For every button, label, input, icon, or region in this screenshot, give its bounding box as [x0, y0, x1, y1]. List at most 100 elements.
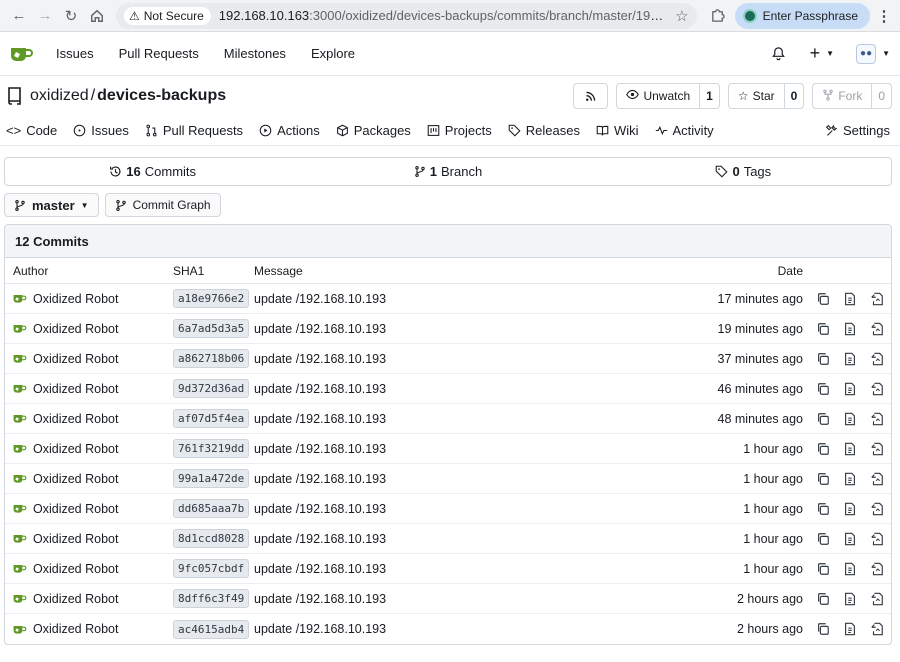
commit-sha-link[interactable]: 6a7ad5d3a5: [173, 319, 250, 338]
copy-sha-icon[interactable]: [816, 562, 830, 576]
commit-sha-link[interactable]: a18e9766e2: [173, 289, 250, 308]
view-file-icon[interactable]: [843, 322, 857, 336]
commit-author[interactable]: Oxidized Robot: [5, 472, 173, 486]
tags-summary-link[interactable]: 0 Tags: [596, 164, 891, 179]
commit-message-link[interactable]: update /192.168.10.193: [254, 292, 683, 306]
view-file-icon[interactable]: [843, 382, 857, 396]
tab-issues[interactable]: Issues: [73, 123, 129, 138]
commit-sha-link[interactable]: 9fc057cbdf: [173, 559, 250, 578]
tab-pull-requests[interactable]: Pull Requests: [145, 123, 243, 138]
view-file-icon[interactable]: [843, 502, 857, 516]
tab-activity[interactable]: Activity: [655, 123, 714, 138]
copy-sha-icon[interactable]: [816, 502, 830, 516]
reload-icon[interactable]: ↻: [58, 3, 84, 29]
commit-author[interactable]: Oxidized Robot: [5, 532, 173, 546]
commit-message-link[interactable]: update /192.168.10.193: [254, 322, 683, 336]
repo-name-link[interactable]: devices-backups: [97, 87, 226, 104]
browser-menu-icon[interactable]: ⋮: [874, 7, 894, 25]
commit-message-link[interactable]: update /192.168.10.193: [254, 502, 683, 516]
copy-sha-icon[interactable]: [816, 532, 830, 546]
browse-history-icon[interactable]: [870, 292, 884, 306]
rss-button[interactable]: [573, 83, 609, 109]
view-file-icon[interactable]: [843, 352, 857, 366]
commit-message-link[interactable]: update /192.168.10.193: [254, 382, 683, 396]
commit-author[interactable]: Oxidized Robot: [5, 412, 173, 426]
commit-sha-link[interactable]: 99a1a472de: [173, 469, 250, 488]
view-file-icon[interactable]: [843, 412, 857, 426]
browse-history-icon[interactable]: [870, 352, 884, 366]
address-bar[interactable]: ⚠ Not Secure 192.168.10.163:3000/oxidize…: [116, 2, 697, 29]
fork-button[interactable]: Fork: [813, 84, 871, 108]
create-new-menu[interactable]: + ▼: [810, 43, 834, 64]
commit-sha-link[interactable]: 8d1ccd8028: [173, 529, 250, 548]
browse-history-icon[interactable]: [870, 472, 884, 486]
commit-author[interactable]: Oxidized Robot: [5, 352, 173, 366]
user-menu[interactable]: ●● ▼: [856, 43, 890, 64]
repo-owner-link[interactable]: oxidized: [30, 87, 89, 104]
unwatch-button[interactable]: Unwatch: [617, 84, 699, 108]
commit-message-link[interactable]: update /192.168.10.193: [254, 592, 683, 606]
tab-actions[interactable]: Actions: [259, 123, 320, 138]
copy-sha-icon[interactable]: [816, 352, 830, 366]
forward-icon[interactable]: →: [32, 3, 58, 29]
tab-settings[interactable]: Settings: [825, 123, 890, 138]
tab-projects[interactable]: Projects: [427, 123, 492, 138]
browse-history-icon[interactable]: [870, 622, 884, 636]
copy-sha-icon[interactable]: [816, 472, 830, 486]
commit-sha-link[interactable]: 9d372d36ad: [173, 379, 250, 398]
tab-packages[interactable]: Packages: [336, 123, 411, 138]
notifications-bell-icon[interactable]: [771, 46, 786, 61]
commit-sha-link[interactable]: 761f3219dd: [173, 439, 250, 458]
watchers-count[interactable]: 1: [699, 84, 719, 108]
browse-history-icon[interactable]: [870, 442, 884, 456]
tab-code[interactable]: <> Code: [6, 123, 57, 138]
view-file-icon[interactable]: [843, 622, 857, 636]
copy-sha-icon[interactable]: [816, 412, 830, 426]
branch-selector-dropdown[interactable]: master ▼: [4, 193, 99, 217]
copy-sha-icon[interactable]: [816, 622, 830, 636]
browse-history-icon[interactable]: [870, 502, 884, 516]
view-file-icon[interactable]: [843, 292, 857, 306]
view-file-icon[interactable]: [843, 532, 857, 546]
nav-issues[interactable]: Issues: [56, 46, 94, 61]
commit-message-link[interactable]: update /192.168.10.193: [254, 472, 683, 486]
commit-sha-link[interactable]: af07d5f4ea: [173, 409, 250, 428]
passphrase-button[interactable]: Enter Passphrase: [734, 2, 870, 29]
commits-summary-link[interactable]: 16 Commits: [5, 164, 300, 179]
back-icon[interactable]: ←: [6, 3, 32, 29]
commit-message-link[interactable]: update /192.168.10.193: [254, 562, 683, 576]
browse-history-icon[interactable]: [870, 322, 884, 336]
browse-history-icon[interactable]: [870, 532, 884, 546]
commit-author[interactable]: Oxidized Robot: [5, 622, 173, 636]
commit-message-link[interactable]: update /192.168.10.193: [254, 412, 683, 426]
commit-author[interactable]: Oxidized Robot: [5, 292, 173, 306]
star-button[interactable]: ☆ Star: [729, 84, 784, 108]
commit-sha-link[interactable]: dd685aaa7b: [173, 499, 250, 518]
copy-sha-icon[interactable]: [816, 592, 830, 606]
copy-sha-icon[interactable]: [816, 292, 830, 306]
commit-sha-link[interactable]: a862718b06: [173, 349, 250, 368]
commit-sha-link[interactable]: ac4615adb4: [173, 619, 250, 639]
copy-sha-icon[interactable]: [816, 382, 830, 396]
commit-author[interactable]: Oxidized Robot: [5, 322, 173, 336]
home-icon[interactable]: [84, 3, 110, 29]
view-file-icon[interactable]: [843, 562, 857, 576]
security-indicator[interactable]: ⚠ Not Secure: [124, 6, 211, 25]
view-file-icon[interactable]: [843, 472, 857, 486]
commit-author[interactable]: Oxidized Robot: [5, 442, 173, 456]
commit-graph-button[interactable]: Commit Graph: [104, 193, 221, 217]
branches-summary-link[interactable]: 1 Branch: [300, 164, 595, 179]
commit-author[interactable]: Oxidized Robot: [5, 592, 173, 606]
copy-sha-icon[interactable]: [816, 442, 830, 456]
browse-history-icon[interactable]: [870, 562, 884, 576]
commit-author[interactable]: Oxidized Robot: [5, 562, 173, 576]
nav-pull-requests[interactable]: Pull Requests: [119, 46, 199, 61]
browse-history-icon[interactable]: [870, 592, 884, 606]
commit-message-link[interactable]: update /192.168.10.193: [254, 442, 683, 456]
nav-explore[interactable]: Explore: [311, 46, 355, 61]
tab-wiki[interactable]: Wiki: [596, 123, 639, 138]
commit-author[interactable]: Oxidized Robot: [5, 382, 173, 396]
commit-message-link[interactable]: update /192.168.10.193: [254, 532, 683, 546]
browse-history-icon[interactable]: [870, 382, 884, 396]
stars-count[interactable]: 0: [783, 84, 804, 108]
